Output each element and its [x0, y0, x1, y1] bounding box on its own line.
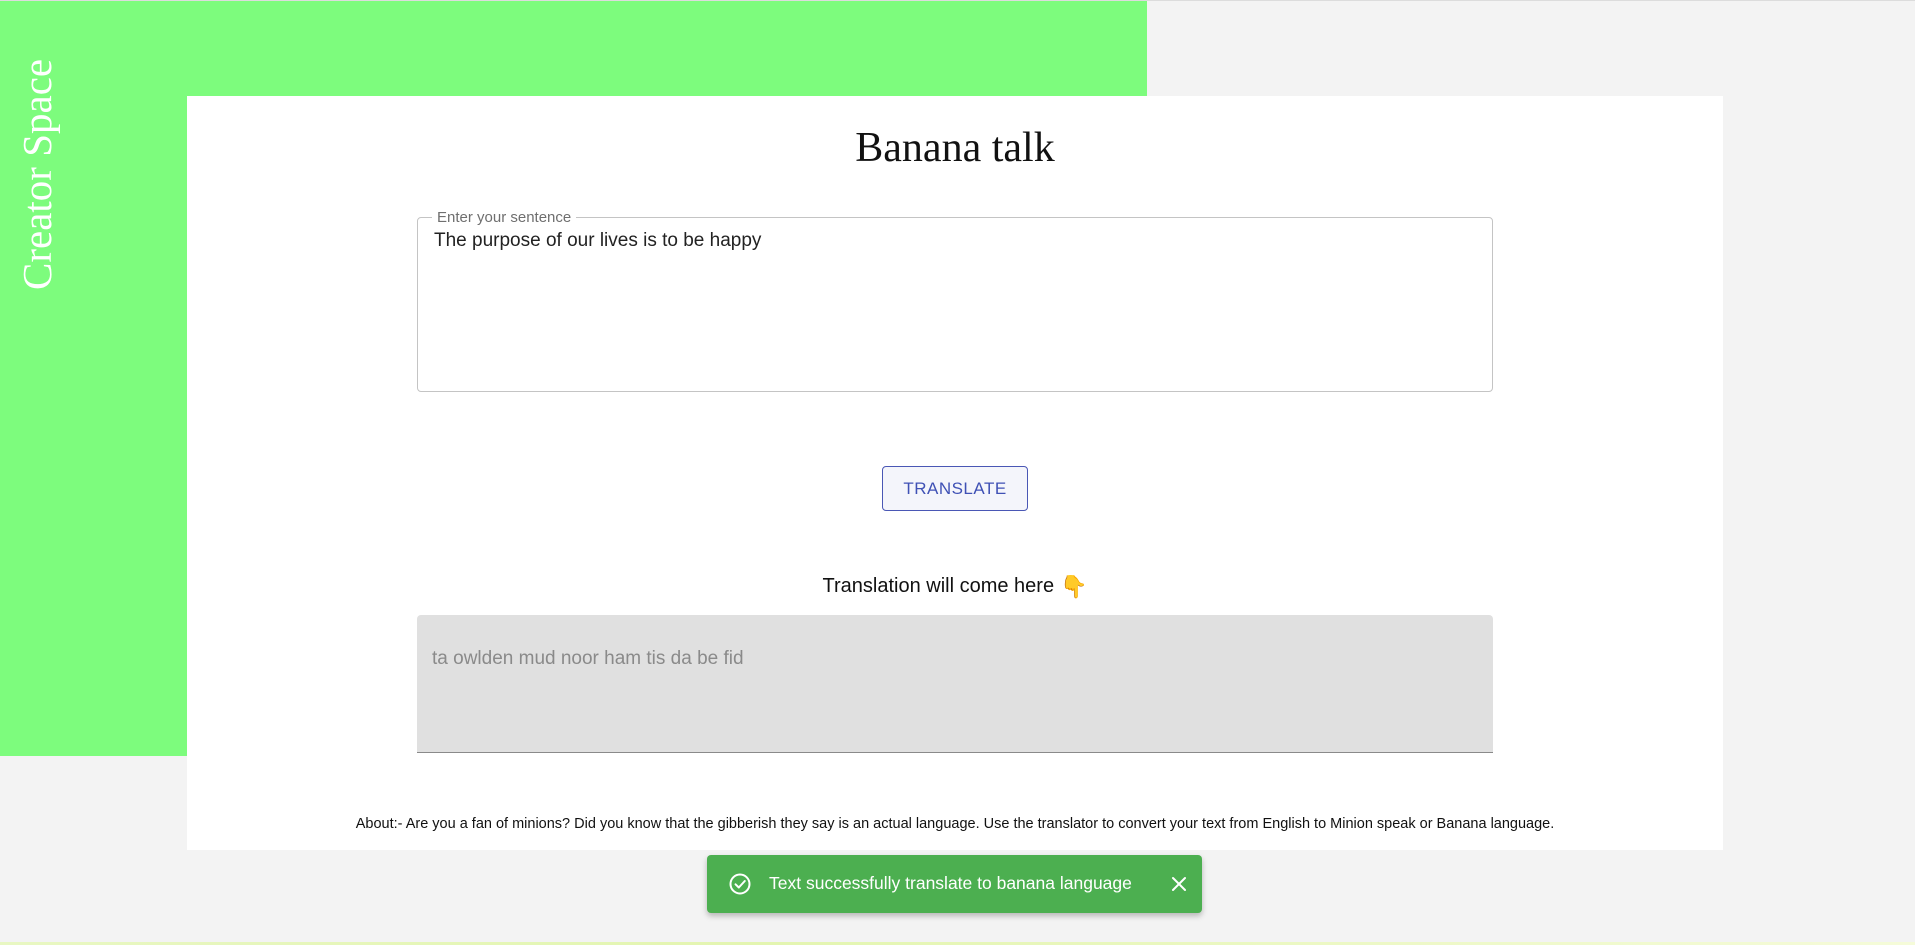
sidebar-title: Creator Space — [14, 58, 60, 290]
output-heading-label: Translation will come here — [822, 575, 1055, 597]
translate-button[interactable]: TRANSLATE — [882, 466, 1028, 511]
translation-output: ta owlden mud noor ham tis da be fid — [417, 615, 1493, 753]
backhand-index-pointing-down-icon: 👇 — [1060, 574, 1088, 599]
about-text: About:- Are you a fan of minions? Did yo… — [355, 816, 1555, 832]
sentence-input[interactable]: The purpose of our lives is to be happy — [434, 226, 1476, 370]
check-circle-icon — [729, 873, 751, 895]
page: Creator Space Banana talk Enter your sen… — [0, 0, 1915, 945]
main-card: Banana talk Enter your sentence The purp… — [187, 96, 1723, 850]
snackbar-close-button[interactable] — [1166, 871, 1192, 897]
output-heading: Translation will come here 👇 — [187, 574, 1723, 600]
snackbar-message: Text successfully translate to banana la… — [769, 873, 1132, 893]
sentence-input-label: Enter your sentence — [437, 209, 572, 226]
page-title: Banana talk — [855, 125, 1055, 171]
success-snackbar: Text successfully translate to banana la… — [707, 855, 1202, 913]
close-icon — [1172, 877, 1186, 891]
sentence-input-field: Enter your sentence The purpose of our l… — [417, 209, 1493, 392]
